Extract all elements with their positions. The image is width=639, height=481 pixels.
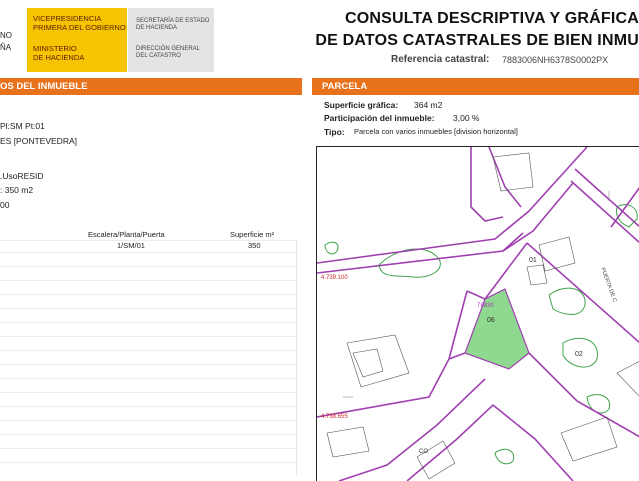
surface-label: Superficie gráfica: <box>324 100 399 110</box>
cadastral-map[interactable]: 4.739.100 4.738.655 01 06 02 78830 CO PU… <box>316 146 639 481</box>
surface-value: 364 m2 <box>414 100 443 110</box>
table-divider <box>0 378 298 379</box>
table-divider <box>0 364 298 365</box>
surface-line: : 350 m2 <box>0 185 34 195</box>
logo-text-line: SECRETARÍA DE ESTADO <box>136 18 210 24</box>
participation-value: 3,00 % <box>453 113 480 123</box>
selected-parcel <box>464 288 530 370</box>
table-right-border <box>296 240 297 476</box>
table-divider <box>0 266 298 267</box>
parcel-lines <box>317 147 639 481</box>
map-parcel-number: 01 <box>529 257 537 264</box>
table-header-surface: Superficie m² <box>230 230 275 239</box>
table-cell-floor: 1/SM/01 <box>117 241 145 250</box>
logo-text-line: MINISTERIO <box>33 44 77 53</box>
section-title: OS DEL INMUEBLE <box>0 81 88 92</box>
spain-logo-fragment: NO ÑA <box>0 8 22 72</box>
type-label: Tipo: <box>324 127 345 137</box>
table-divider <box>0 392 298 393</box>
table-divider <box>0 240 298 241</box>
table-divider <box>0 322 298 323</box>
logo-text-line: NO <box>0 31 12 40</box>
map-cadastral-ref: 78830 <box>477 303 494 309</box>
table-divider <box>0 280 298 281</box>
logo-text-line: DE HACIENDA <box>33 53 85 62</box>
map-coordinate-label: 4.738.655 <box>321 414 348 420</box>
catastro-logo: SECRETARÍA DE ESTADO DE HACIENDA DIRECCI… <box>128 8 214 72</box>
location-line: Pl:SM Pt:01 <box>0 121 45 131</box>
reference-label: Referencia catastral: <box>391 54 490 65</box>
table-header-floor: Escalera/Planta/Puerta <box>88 230 165 239</box>
map-drawing <box>317 147 639 481</box>
logo-text-line: DE HACIENDA <box>136 25 178 31</box>
grid-ticks <box>343 191 610 398</box>
property-section-header: OS DEL INMUEBLE <box>0 78 302 95</box>
table-divider <box>0 294 298 295</box>
map-label: CO <box>419 449 428 455</box>
map-parcel-number: 02 <box>575 351 583 358</box>
municipality-line: ES [PONTEVEDRA] <box>0 136 77 146</box>
map-parcel-number: 06 <box>487 317 495 324</box>
table-divider <box>0 406 298 407</box>
use-line: .UsoRESID <box>0 171 44 181</box>
reference-value: 7883006NH6378S0002PX <box>502 55 609 65</box>
logo-text-line: ÑA <box>0 43 12 52</box>
logo-text-line: PRIMERA DEL GOBIERNO <box>33 23 126 32</box>
page-title-line2: DE DATOS CATASTRALES DE BIEN INMU <box>315 32 639 49</box>
government-logo: VICEPRESIDENCIA PRIMERA DEL GOBIERNO MIN… <box>27 8 127 72</box>
table-divider <box>0 434 298 435</box>
table-divider <box>0 462 298 463</box>
table-divider <box>0 252 298 253</box>
table-divider <box>0 308 298 309</box>
table-cell-surface: 350 <box>248 241 261 250</box>
parcel-section-header: PARCELA <box>312 78 639 95</box>
year-line: 00 <box>0 200 10 210</box>
logo-text-line: VICEPRESIDENCIA <box>33 14 102 23</box>
page-title: CONSULTA DESCRIPTIVA Y GRÁFICA <box>344 10 639 27</box>
table-divider <box>0 448 298 449</box>
table-divider <box>0 420 298 421</box>
map-coordinate-label: 4.739.100 <box>321 275 348 281</box>
section-title: PARCELA <box>322 81 368 92</box>
logo-text-line: DEL CATASTRO <box>136 53 181 59</box>
table-divider <box>0 336 298 337</box>
table-divider <box>0 350 298 351</box>
type-value: Parcela con varios inmuebles [division h… <box>354 127 518 136</box>
property-data-panel: OS DEL INMUEBLE Pl:SM Pt:01 ES [PONTEVED… <box>0 78 302 480</box>
participation-label: Participación del inmueble: <box>324 113 435 123</box>
logo-text-line: DIRECCIÓN GENERAL <box>136 46 201 52</box>
